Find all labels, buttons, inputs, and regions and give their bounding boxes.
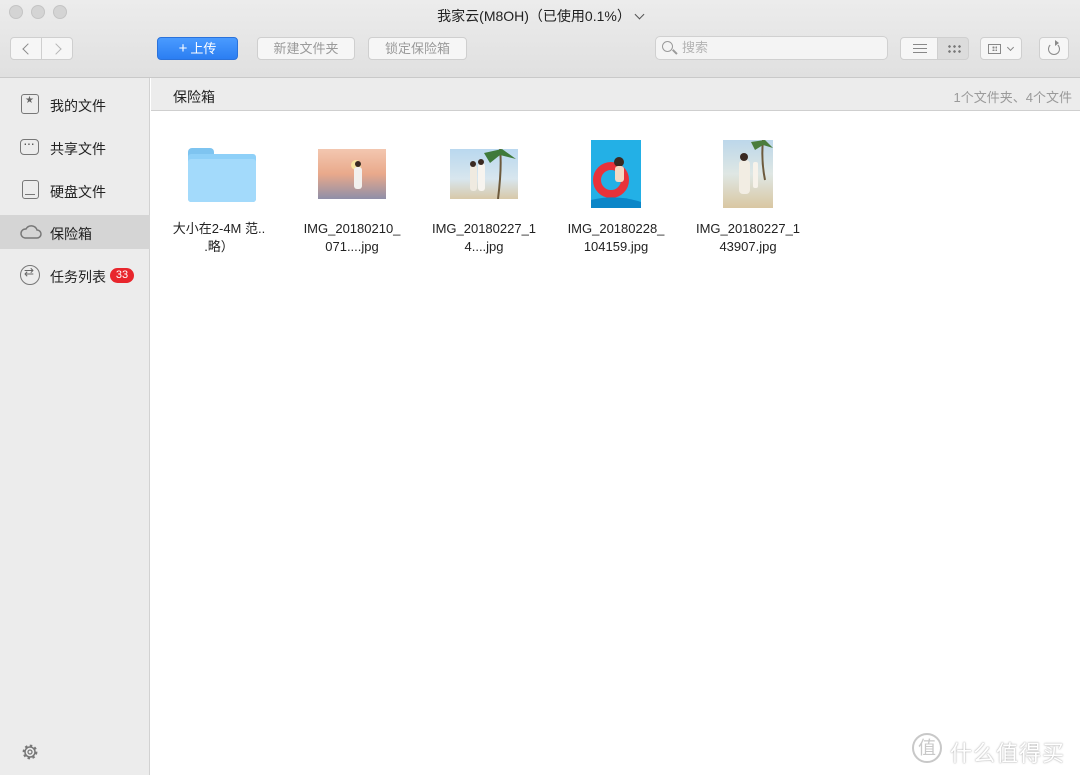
sidebar-item-label: 保险箱 — [50, 226, 92, 242]
folder-summary: 1个文件夹、4个文件 — [953, 90, 1072, 105]
watermark-text: 什么值得买 — [950, 741, 1066, 766]
window-title-text: 我家云(M8OH)（已使用0.1%） — [437, 8, 631, 24]
sidebar-item-my-files[interactable]: 我的文件 — [0, 87, 150, 121]
chevron-down-icon — [634, 9, 645, 20]
chevron-right-icon — [50, 43, 62, 55]
image-thumbnail — [318, 149, 386, 199]
path-bar: 保险箱 1个文件夹、4个文件 — [151, 78, 1080, 111]
star-doc-icon — [21, 94, 39, 114]
sidebar-item-label: 共享文件 — [50, 141, 106, 157]
window-title[interactable]: 我家云(M8OH)（已使用0.1%） — [0, 6, 1080, 26]
image-thumbnail — [450, 149, 518, 199]
cloud-icon — [20, 222, 42, 242]
search-icon — [662, 41, 673, 52]
sidebar-item-vault[interactable]: 保险箱 — [0, 215, 150, 249]
file-name: IMG_20180227_1 43907.jpg — [695, 221, 801, 254]
sidebar-item-label: 任务列表 — [50, 269, 106, 285]
lock-vault-button[interactable]: 锁定保险箱 — [368, 37, 467, 60]
file-item-image[interactable]: IMG_20180210_ 071....jpg — [286, 128, 418, 268]
grid-view-button[interactable] — [937, 37, 969, 60]
gear-icon[interactable] — [20, 742, 40, 762]
transfer-icon — [20, 265, 40, 285]
forward-button[interactable] — [41, 37, 73, 60]
disk-icon — [22, 180, 39, 199]
sidebar-item-disk-files[interactable]: 硬盘文件 — [0, 173, 150, 207]
sidebar: 我的文件 共享文件 硬盘文件 保险箱 任务列表 33 — [0, 78, 150, 775]
sidebar-item-task-list[interactable]: 任务列表 33 — [0, 258, 150, 292]
file-item-image[interactable]: IMG_20180228_ 104159.jpg — [550, 128, 682, 268]
sidebar-item-label: 我的文件 — [50, 98, 106, 114]
file-name: IMG_20180227_1 4....jpg — [431, 221, 537, 254]
image-thumbnail — [723, 140, 773, 208]
file-item-image[interactable]: IMG_20180227_1 43907.jpg — [682, 128, 814, 268]
plus-icon: + — [178, 40, 188, 57]
refresh-button[interactable] — [1039, 37, 1069, 60]
refresh-icon — [1048, 40, 1060, 55]
file-name: IMG_20180210_ 071....jpg — [303, 221, 401, 254]
file-item-image[interactable]: IMG_20180227_1 4....jpg — [418, 128, 550, 268]
back-button[interactable] — [10, 37, 42, 60]
sidebar-item-label: 硬盘文件 — [50, 184, 106, 200]
image-thumbnail — [591, 140, 641, 208]
task-count-badge: 33 — [110, 268, 134, 283]
upload-button[interactable]: + 上传 — [157, 37, 238, 60]
current-folder-title: 保险箱 — [173, 89, 215, 105]
list-view-icon — [913, 44, 927, 53]
file-name: 大小在2-4M 范.. .略） — [172, 221, 266, 254]
grid-view-icon — [947, 44, 961, 54]
file-name: IMG_20180228_ 104159.jpg — [567, 221, 665, 254]
list-view-button[interactable] — [900, 37, 938, 60]
sidebar-item-shared-files[interactable]: 共享文件 — [0, 130, 150, 164]
icon-size-icon — [988, 44, 1001, 54]
watermark-logo-text: 值 — [918, 738, 936, 758]
upload-label: 上传 — [190, 41, 217, 56]
search-input[interactable]: 搜索 — [655, 36, 888, 60]
icon-size-dropdown[interactable] — [980, 37, 1022, 60]
watermark-logo: 值 — [912, 733, 942, 763]
share-icon — [20, 135, 39, 155]
title-bar: 我家云(M8OH)（已使用0.1%） + 上传 新建文件夹 锁定保险箱 搜索 — [0, 0, 1080, 78]
file-item-folder[interactable]: 大小在2-4M 范.. .略） — [153, 128, 285, 268]
folder-icon — [188, 148, 256, 202]
chevron-left-icon — [22, 43, 34, 55]
search-placeholder: 搜索 — [682, 40, 709, 55]
chevron-down-icon — [1006, 43, 1015, 52]
new-folder-button[interactable]: 新建文件夹 — [257, 37, 355, 60]
